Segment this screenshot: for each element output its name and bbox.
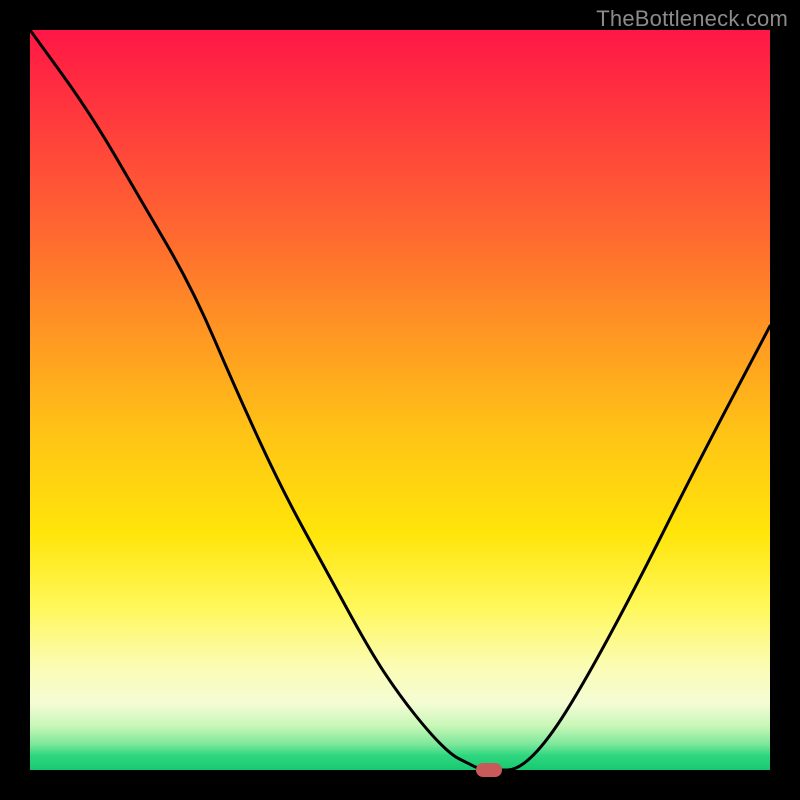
bottleneck-curve — [30, 30, 770, 770]
plot-area — [30, 30, 770, 770]
optimum-marker — [476, 763, 502, 777]
chart-frame: TheBottleneck.com — [0, 0, 800, 800]
watermark-text: TheBottleneck.com — [596, 6, 788, 32]
